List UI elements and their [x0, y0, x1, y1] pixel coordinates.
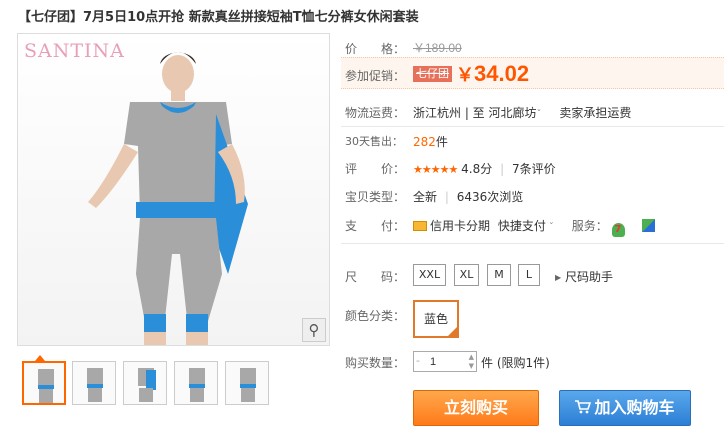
- currency-symbol: ￥: [456, 65, 474, 85]
- size-helper-link[interactable]: ▶ 尺码助手: [555, 268, 613, 285]
- rating-score: 4.8分: [461, 162, 493, 176]
- credit-card-installment[interactable]: 信用卡分期: [413, 219, 490, 233]
- shipping-route: 浙江杭州 | 至 河北廊坊ˇ 卖家承担运费: [413, 104, 631, 121]
- thumbnail-1[interactable]: [22, 361, 66, 405]
- cart-icon: [575, 400, 592, 414]
- chevron-down-icon: ˇ: [548, 222, 554, 233]
- thumbnail-3[interactable]: [123, 361, 167, 405]
- thumb-image: [87, 368, 103, 402]
- thumb-image: [38, 369, 54, 403]
- promo-tag-badge: 七仔团: [413, 66, 452, 82]
- seven-day-badge-text: 7: [614, 224, 622, 235]
- selected-check-icon: [448, 327, 457, 336]
- sales-count: 282件: [413, 133, 448, 150]
- zoom-magnifier-icon[interactable]: ⚲: [302, 318, 326, 342]
- quantity-limit: 件 (限购1件): [481, 356, 550, 370]
- quantity-decrease-button[interactable]: -: [416, 354, 420, 367]
- shipping-destination: 河北廊坊: [488, 106, 537, 120]
- promo-price: ￥34.02: [456, 61, 529, 87]
- rating-divider: |: [500, 162, 505, 176]
- rating-label: 评 价：: [345, 162, 406, 176]
- sales-number: 282: [413, 135, 436, 149]
- item-condition: 全新: [413, 190, 438, 204]
- quantity-input[interactable]: [428, 352, 470, 371]
- thumb-image: [138, 368, 156, 402]
- quantity-increase-icon[interactable]: ▲: [469, 353, 474, 361]
- view-count: 6436次浏览: [456, 190, 524, 204]
- seven-day-return-icon[interactable]: 7: [611, 223, 625, 237]
- thumb-image: [240, 368, 256, 402]
- sales-unit: 件: [435, 135, 448, 149]
- size-option-m[interactable]: M: [487, 264, 511, 286]
- credit-card-icon: [413, 221, 427, 231]
- size-option-xl[interactable]: XL: [454, 264, 479, 286]
- original-price: ￥189.00: [413, 41, 462, 55]
- thumb-image: [189, 368, 205, 402]
- quantity-decrease-icon[interactable]: ▼: [469, 362, 474, 370]
- main-product-image[interactable]: SANTINA ⚲: [17, 33, 330, 346]
- sales-label: 30天售出：: [345, 135, 403, 148]
- promo-label: 参加促销：: [345, 69, 406, 83]
- thumbnail-4[interactable]: [174, 361, 218, 405]
- item-type-divider: |: [444, 190, 449, 204]
- size-helper-label: 尺码助手: [564, 270, 613, 284]
- price-label: 价 格：: [345, 42, 406, 56]
- size-label: 尺 码：: [345, 270, 406, 284]
- shipping-destination-select[interactable]: 河北廊坊ˇ: [489, 106, 542, 120]
- divider: [341, 126, 724, 127]
- color-label: 颜色分类：: [345, 309, 406, 323]
- divider: [341, 243, 724, 244]
- item-type-label: 宝贝类型：: [345, 190, 406, 204]
- shipping-label: 物流运费：: [345, 106, 406, 120]
- buy-now-button[interactable]: 立刻购买: [413, 390, 539, 426]
- shipping-fee: 卖家承担运费: [559, 106, 632, 120]
- color-option-label: 蓝色: [423, 312, 448, 326]
- add-to-cart-label: 加入购物车: [594, 398, 675, 417]
- thumbnail-2[interactable]: [72, 361, 116, 405]
- arrow-right-icon: ▶: [555, 273, 562, 282]
- thumbnail-5[interactable]: [225, 361, 269, 405]
- quick-pay-label: 快捷支付: [497, 219, 546, 233]
- promo-price-value: 34.02: [474, 61, 530, 86]
- review-count-link[interactable]: 7条评价: [512, 162, 556, 176]
- quantity-label: 购买数量：: [345, 356, 406, 370]
- rating-stars-icon: ★★★★★: [413, 163, 458, 176]
- quick-pay-select[interactable]: 快捷支付 ˇ: [498, 219, 554, 233]
- credit-card-label: 信用卡分期: [430, 219, 491, 233]
- guarantee-icon[interactable]: [642, 219, 656, 232]
- quantity-stepper[interactable]: - ▲ ▼: [413, 351, 477, 372]
- payment-label: 支 付：: [345, 219, 406, 233]
- rating-summary: ★★★★★ 4.8分 | 7条评价: [413, 160, 556, 177]
- add-to-cart-button[interactable]: 加入购物车: [559, 390, 691, 426]
- product-title: 【七仔团】7月5日10点开抢 新款真丝拼接短袖T恤七分裤女休闲套装: [18, 10, 419, 25]
- color-option-blue[interactable]: 蓝色: [413, 300, 459, 338]
- shipping-from: 浙江杭州 | 至: [413, 106, 485, 120]
- item-type-info: 全新 | 6436次浏览: [413, 188, 523, 205]
- chevron-down-icon: ˇ: [536, 109, 542, 120]
- model-outfit-illustration: [88, 52, 248, 345]
- service-label: 服务：: [571, 219, 608, 233]
- size-option-xxl[interactable]: XXL: [413, 264, 446, 286]
- payment-options: 信用卡分期 快捷支付 ˇ 服务： 7: [413, 217, 656, 237]
- size-option-l[interactable]: L: [518, 264, 540, 286]
